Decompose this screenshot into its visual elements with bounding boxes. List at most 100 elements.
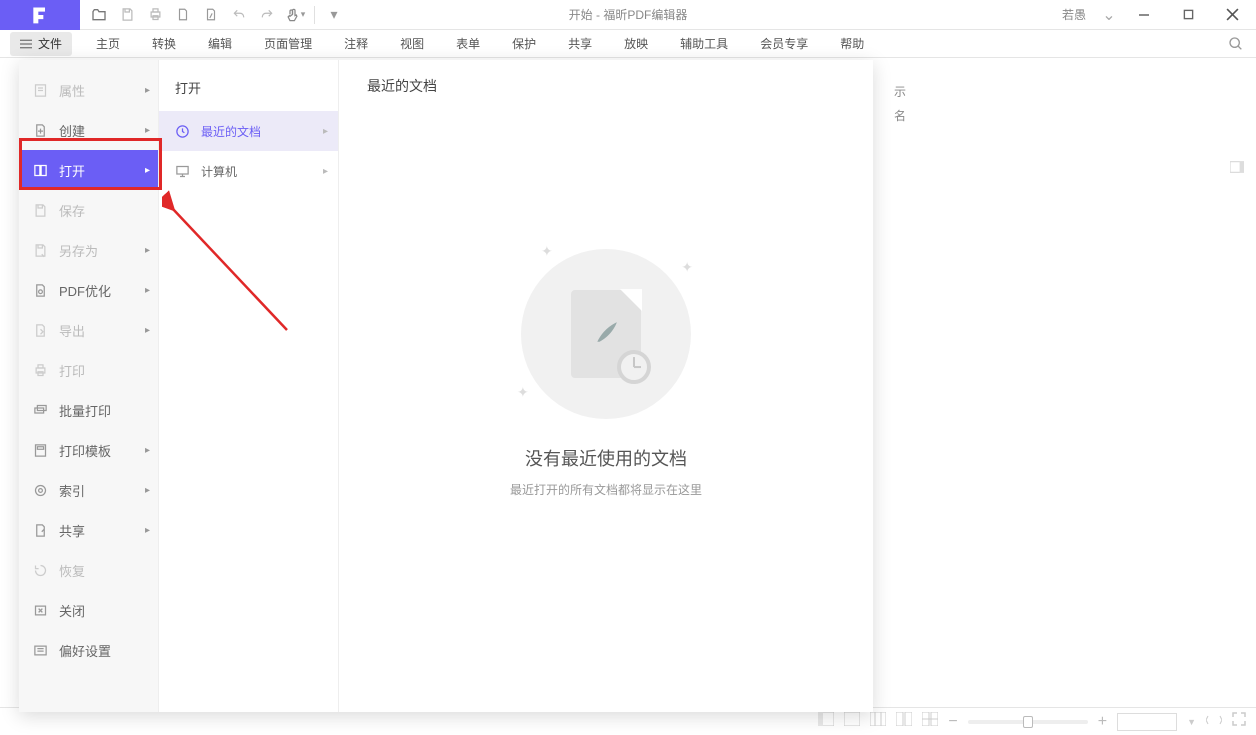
open-computer[interactable]: 计算机 ▸ bbox=[159, 151, 338, 191]
file-menu-share[interactable]: 共享 ▸ bbox=[19, 510, 158, 550]
tab-comment[interactable]: 注释 bbox=[328, 30, 384, 57]
search-icon[interactable] bbox=[1228, 36, 1244, 52]
file-menu-save-as[interactable]: 另存为▸ bbox=[19, 230, 158, 270]
zoom-slider[interactable] bbox=[968, 720, 1088, 724]
zoom-out-button[interactable]: − bbox=[948, 713, 957, 731]
close-button[interactable] bbox=[1212, 0, 1252, 30]
sparkle-icon: ✦ bbox=[541, 243, 553, 260]
file-menu-print[interactable]: 打印 bbox=[19, 350, 158, 390]
restore-icon bbox=[31, 563, 49, 578]
file-menu-preferences[interactable]: 偏好设置 bbox=[19, 630, 158, 670]
qat-customize-icon[interactable]: ▾ bbox=[323, 4, 345, 26]
right-panel-toggle-icon[interactable] bbox=[1230, 160, 1244, 178]
qat-print-icon[interactable] bbox=[144, 4, 166, 26]
zoom-dropdown-icon[interactable]: ▼ bbox=[1187, 717, 1196, 727]
file-menu-item-label: 共享 bbox=[59, 521, 85, 540]
fit-width-icon[interactable] bbox=[1206, 713, 1222, 731]
sb-layout5-icon[interactable] bbox=[922, 712, 938, 731]
preferences-icon bbox=[31, 643, 49, 658]
file-menu-item-label: 导出 bbox=[59, 321, 85, 340]
file-menu-item-label: 恢复 bbox=[59, 561, 85, 580]
chevron-right-icon: ▸ bbox=[145, 525, 150, 536]
tab-help[interactable]: 帮助 bbox=[824, 30, 880, 57]
fullscreen-icon[interactable] bbox=[1232, 712, 1246, 731]
sb-layout2-icon[interactable] bbox=[844, 712, 860, 731]
open-recent-documents[interactable]: 最近的文档 ▸ bbox=[159, 111, 338, 151]
document-illustration bbox=[571, 290, 641, 378]
empty-illustration: ✦ ✦ ✦ bbox=[521, 249, 691, 419]
quick-access-toolbar: ▾ ▾ bbox=[80, 4, 353, 26]
file-menu-item-label: 打开 bbox=[59, 161, 85, 180]
file-menu-export[interactable]: 导出▸ bbox=[19, 310, 158, 350]
batch-print-icon bbox=[31, 403, 49, 418]
file-menu-close[interactable]: 关闭 bbox=[19, 590, 158, 630]
file-menu-item-label: 打印 bbox=[59, 361, 85, 380]
chevron-right-icon: ▸ bbox=[145, 285, 150, 296]
tab-edit[interactable]: 编辑 bbox=[192, 30, 248, 57]
tab-home[interactable]: 主页 bbox=[80, 30, 136, 57]
file-menu-restore[interactable]: 恢复 bbox=[19, 550, 158, 590]
tab-slideshow[interactable]: 放映 bbox=[608, 30, 664, 57]
file-menu-item-label: 批量打印 bbox=[59, 401, 111, 420]
clock-badge-icon bbox=[617, 350, 651, 384]
file-menu-item-label: 保存 bbox=[59, 201, 85, 220]
file-menu-optimize[interactable]: PDF优化▸ bbox=[19, 270, 158, 310]
file-tab[interactable]: 文件 bbox=[10, 32, 72, 56]
create-icon bbox=[31, 123, 49, 138]
tab-share[interactable]: 共享 bbox=[552, 30, 608, 57]
tab-accessibility[interactable]: 辅助工具 bbox=[664, 30, 744, 57]
chevron-right-icon: ▸ bbox=[145, 125, 150, 136]
zoom-thumb[interactable] bbox=[1023, 716, 1033, 728]
qat-open-icon[interactable] bbox=[88, 4, 110, 26]
qat-hand-icon[interactable]: ▾ bbox=[284, 4, 306, 26]
qat-redo-icon[interactable] bbox=[256, 4, 278, 26]
chevron-right-icon: ▸ bbox=[145, 85, 150, 96]
file-menu-template[interactable]: 打印模板▸ bbox=[19, 430, 158, 470]
zoom-value-box[interactable] bbox=[1117, 713, 1177, 731]
qat-undo-icon[interactable] bbox=[228, 4, 250, 26]
file-menu-batch-print[interactable]: 批量打印 bbox=[19, 390, 158, 430]
tab-view[interactable]: 视图 bbox=[384, 30, 440, 57]
tab-vip[interactable]: 会员专享 bbox=[744, 30, 824, 57]
file-menu-item-label: 索引 bbox=[59, 481, 85, 500]
qat-separator bbox=[314, 6, 315, 24]
open-icon bbox=[31, 163, 49, 178]
recent-documents-panel: 最近的文档 ✦ ✦ ✦ 没有最近使用的文档 最近打开的所有文档都将显示在这里 bbox=[339, 60, 873, 712]
user-dropdown-icon[interactable]: ⌄ bbox=[1098, 0, 1120, 30]
sb-layout3-icon[interactable] bbox=[870, 712, 886, 731]
template-icon bbox=[31, 443, 49, 458]
file-menu-save[interactable]: 保存 bbox=[19, 190, 158, 230]
feather-icon bbox=[593, 320, 619, 346]
open-sources-panel: 打开 最近的文档 ▸ 计算机 ▸ bbox=[159, 60, 339, 712]
user-name[interactable]: 若愚 bbox=[1062, 6, 1086, 23]
close-file-icon bbox=[31, 603, 49, 618]
qat-doc2-icon[interactable] bbox=[200, 4, 222, 26]
sb-layout4-icon[interactable] bbox=[896, 712, 912, 731]
file-menu-properties[interactable]: 属性▸ bbox=[19, 70, 158, 110]
qat-doc1-icon[interactable] bbox=[172, 4, 194, 26]
tab-page-manage[interactable]: 页面管理 bbox=[248, 30, 328, 57]
open-sub-label: 最近的文档 bbox=[201, 123, 261, 140]
index-icon bbox=[31, 483, 49, 498]
qat-save-icon[interactable] bbox=[116, 4, 138, 26]
tab-form[interactable]: 表单 bbox=[440, 30, 496, 57]
empty-state: ✦ ✦ ✦ 没有最近使用的文档 最近打开的所有文档都将显示在这里 bbox=[510, 249, 702, 498]
file-menu-create[interactable]: 创建▸ bbox=[19, 110, 158, 150]
sb-layout1-icon[interactable] bbox=[818, 712, 834, 731]
tab-protect[interactable]: 保护 bbox=[496, 30, 552, 57]
chevron-right-icon: ▸ bbox=[145, 165, 150, 176]
clock-icon bbox=[173, 124, 191, 139]
file-tab-label: 文件 bbox=[38, 35, 62, 52]
zoom-in-button[interactable]: + bbox=[1098, 713, 1107, 731]
maximize-button[interactable] bbox=[1168, 0, 1208, 30]
window-title: 开始 - 福昕PDF编辑器 bbox=[569, 6, 688, 23]
tab-convert[interactable]: 转换 bbox=[136, 30, 192, 57]
file-menu-index[interactable]: 索引▸ bbox=[19, 470, 158, 510]
file-menu-open[interactable]: 打开 ▸ bbox=[19, 150, 158, 190]
foxit-logo-icon bbox=[30, 5, 50, 25]
file-menu-item-label: 打印模板 bbox=[59, 441, 111, 460]
share-icon bbox=[31, 523, 49, 538]
computer-icon bbox=[173, 164, 191, 179]
minimize-button[interactable] bbox=[1124, 0, 1164, 30]
file-menu-item-label: 偏好设置 bbox=[59, 641, 111, 660]
